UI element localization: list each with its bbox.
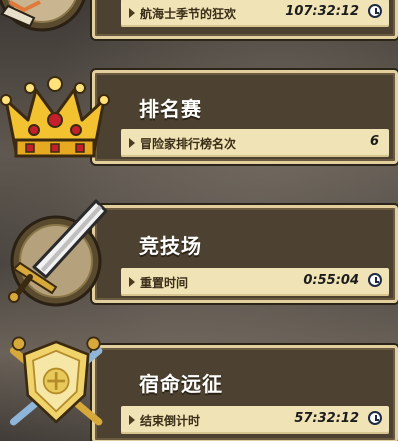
event-subbar: 结束倒计时 57:32:12 <box>121 406 389 434</box>
event-card-expedition[interactable]: 宿命远征 结束倒计时 57:32:12 <box>0 336 398 441</box>
event-card-ranking[interactable]: 排名赛 冒险家排行榜名次 6 <box>0 70 398 170</box>
event-subtitle: 航海士季节的狂欢 <box>140 7 237 21</box>
event-subtitle: 重置时间 <box>140 276 189 290</box>
event-subtitle: 冒险家排行榜名次 <box>140 137 237 151</box>
shield-icon <box>9 336 103 426</box>
event-timer: 0:55:04 <box>303 273 359 288</box>
event-panel[interactable]: 宿命远征 结束倒计时 57:32:12 <box>92 345 398 441</box>
play-arrow-icon <box>129 415 135 425</box>
clock-icon <box>368 411 382 425</box>
event-title: 竞技场 <box>139 234 202 258</box>
sword-icon <box>8 199 108 307</box>
event-subtitle: 结束倒计时 <box>140 414 201 428</box>
play-arrow-icon <box>129 8 135 18</box>
play-arrow-icon <box>129 138 135 148</box>
rank-value: 6 <box>369 134 379 149</box>
clock-icon <box>368 273 382 287</box>
event-timer: 107:32:12 <box>285 4 359 19</box>
event-subbar: 冒险家排行榜名次 6 <box>121 129 389 157</box>
event-subbar: 航海士季节的狂欢 107:32:12 <box>121 0 389 27</box>
event-panel[interactable]: 竞技场 重置时间 0:55:04 <box>92 205 398 303</box>
event-title: 排名赛 <box>139 97 202 121</box>
event-card-voyage[interactable]: 航海士季节的狂欢 107:32:12 <box>0 0 398 40</box>
event-timer: 57:32:12 <box>294 411 359 426</box>
event-card-arena[interactable]: 竞技场 重置时间 0:55:04 <box>0 199 398 315</box>
event-panel[interactable]: 排名赛 冒险家排行榜名次 6 <box>92 70 398 164</box>
event-title: 宿命远征 <box>139 372 223 396</box>
play-arrow-icon <box>129 277 135 287</box>
ship-icon <box>0 0 86 32</box>
event-panel[interactable]: 航海士季节的狂欢 107:32:12 <box>92 0 398 39</box>
crown-icon <box>0 76 110 158</box>
clock-icon <box>368 4 382 18</box>
event-subbar: 重置时间 0:55:04 <box>121 268 389 296</box>
